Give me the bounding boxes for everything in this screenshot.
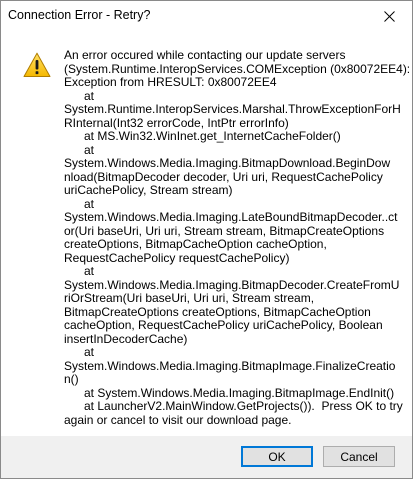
- button-bar: OK Cancel: [1, 436, 412, 478]
- dialog-content: An error occured while contacting our up…: [1, 31, 412, 436]
- close-button[interactable]: [366, 1, 412, 31]
- error-message: An error occured while contacting our up…: [64, 48, 411, 427]
- window-title: Connection Error - Retry?: [8, 8, 151, 22]
- ok-button[interactable]: OK: [241, 446, 313, 467]
- cancel-button[interactable]: Cancel: [323, 446, 395, 467]
- warning-icon: [23, 52, 51, 78]
- title-bar: Connection Error - Retry?: [1, 1, 412, 31]
- error-dialog: Connection Error - Retry? An error occur…: [0, 0, 413, 479]
- close-icon: [383, 10, 395, 22]
